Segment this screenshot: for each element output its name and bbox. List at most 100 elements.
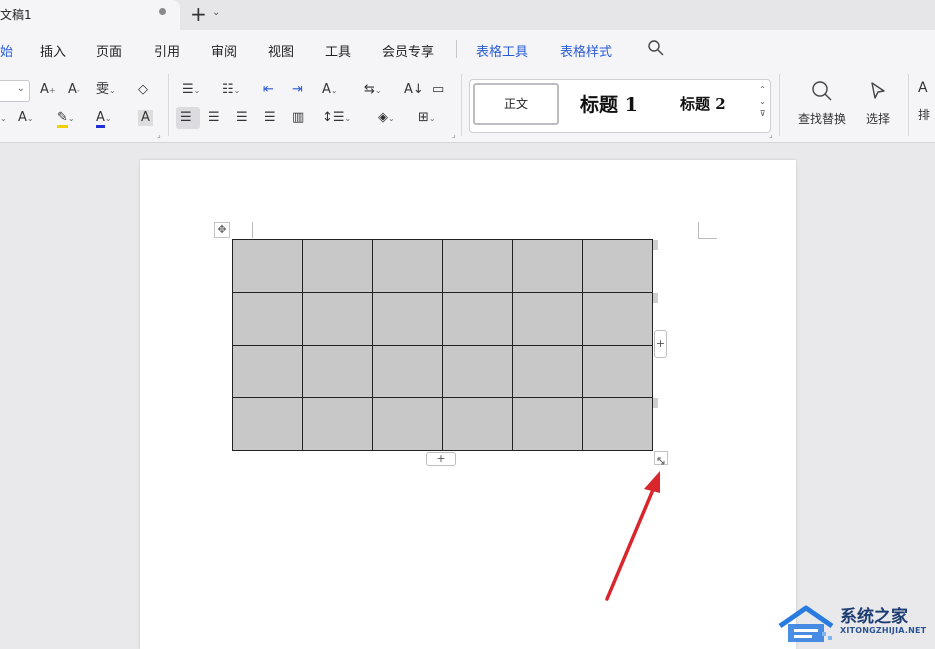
table-cell[interactable] (512, 291, 583, 346)
line-spacing-icon[interactable]: ↕☰⌄ (322, 110, 351, 127)
char-shading-icon[interactable]: A (138, 110, 153, 126)
watermark-name: 系统之家 (840, 607, 908, 627)
table-cell[interactable] (302, 344, 373, 399)
find-replace-button[interactable]: 查找替换 (792, 80, 852, 127)
document-table[interactable] (232, 239, 653, 451)
unsaved-dot-icon[interactable] (159, 8, 166, 15)
tab-review[interactable]: 审阅 (211, 41, 237, 60)
margin-corner-mark (698, 222, 717, 239)
table-cell[interactable] (582, 397, 653, 451)
table-cell[interactable] (302, 239, 373, 293)
border-icon[interactable]: ⊞⌄ (418, 110, 436, 127)
table-cell[interactable] (232, 397, 303, 451)
gallery-scroll-icon[interactable]: ⌃ ⌄ ⊽ (759, 84, 766, 120)
show-marks-icon[interactable]: ▭ (432, 82, 444, 98)
shading-icon[interactable]: ◈⌄ (378, 110, 395, 127)
table-cell[interactable] (232, 291, 303, 346)
table-row[interactable] (232, 397, 653, 451)
table-cell[interactable] (582, 344, 653, 399)
sort-button[interactable]: A 排 (918, 80, 935, 123)
search-icon[interactable] (647, 39, 665, 57)
tab-references[interactable]: 引用 (154, 41, 180, 60)
chevron-down-icon[interactable]: ⌄ (212, 7, 220, 18)
table-cell[interactable] (372, 397, 443, 451)
tab-member[interactable]: 会员专享 (382, 41, 434, 60)
decrease-font-icon[interactable]: A- (68, 82, 80, 99)
table-cell[interactable] (442, 397, 513, 451)
table-row[interactable] (232, 239, 653, 293)
watermark-logo: 系统之家 XITONGZHIJIA.NET (772, 598, 935, 649)
table-cell[interactable] (372, 291, 443, 346)
align-left-icon: ☰ (180, 110, 192, 125)
increase-indent-icon[interactable]: ⇥ (292, 82, 303, 98)
table-cell[interactable] (372, 239, 443, 293)
document-tab-title: 文稿1 (0, 8, 32, 22)
add-column-button[interactable]: + (654, 330, 667, 358)
sort-icon[interactable]: A↓ (404, 82, 424, 98)
decrease-indent-icon[interactable]: ⇤ (263, 82, 274, 98)
table-cell[interactable] (232, 344, 303, 399)
bullet-list-icon[interactable]: ☰⌄ (182, 82, 200, 99)
house-logo-icon (778, 605, 834, 642)
select-label: 选择 (865, 112, 890, 126)
table-move-handle-icon[interactable]: ✥ (214, 222, 230, 238)
style-heading-1[interactable]: 标题 1 (580, 90, 638, 117)
table-row[interactable] (232, 344, 653, 399)
align-right-icon[interactable]: ☰ (236, 110, 248, 126)
table-cell[interactable] (302, 291, 373, 346)
table-cell[interactable] (512, 397, 583, 451)
style-gallery: 正文 标题 1 标题 2 ⌃ ⌄ ⊽ (469, 79, 771, 133)
paragraph-dialog-launcher-icon[interactable]: ⌟ (452, 130, 456, 139)
menu-bar: 始 插入 页面 引用 审阅 视图 工具 会员专享 表格工具 表格样式 (0, 30, 935, 68)
table-cell[interactable] (512, 239, 583, 293)
find-replace-label: 查找替换 (797, 112, 846, 126)
new-tab-plus-icon[interactable]: + (190, 3, 207, 25)
title-bar: 文稿1 + ⌄ (0, 0, 935, 30)
font-size-select[interactable]: ⌄ (0, 80, 30, 102)
clear-format-icon[interactable]: ◇ (138, 82, 148, 98)
distribute-icon[interactable]: ▥ (292, 110, 304, 126)
ribbon-separator (168, 74, 169, 136)
tab-insert[interactable]: 插入 (40, 41, 66, 60)
chevron-down-icon[interactable]: ⌄ (0, 110, 7, 127)
align-center-icon[interactable]: ☰ (208, 110, 220, 126)
cursor-arrow-icon (871, 82, 885, 99)
table-cell[interactable] (372, 344, 443, 399)
justify-icon[interactable]: ☰ (264, 110, 276, 126)
table-cell[interactable] (582, 291, 653, 346)
table-cell[interactable] (582, 239, 653, 293)
highlight-color-icon[interactable]: ✎⌄ (57, 110, 75, 128)
tab-table-style[interactable]: 表格样式 (560, 41, 612, 60)
sort-tool-icon: A (918, 80, 928, 96)
tab-tools[interactable]: 工具 (325, 41, 351, 60)
add-row-button[interactable]: + (426, 452, 456, 466)
table-cell[interactable] (512, 344, 583, 399)
table-cell[interactable] (442, 239, 513, 293)
styles-dialog-launcher-icon[interactable]: ⌟ (769, 130, 773, 139)
style-heading-2[interactable]: 标题 2 (680, 93, 726, 114)
phonetic-guide-icon[interactable]: 雯⌄ (96, 82, 116, 99)
text-effect-icon[interactable]: A⌄ (18, 110, 34, 127)
tab-table-tools[interactable]: 表格工具 (476, 41, 528, 60)
table-row[interactable] (232, 291, 653, 346)
line-break-icon[interactable]: ⇆⌄ (364, 82, 382, 99)
table-cell[interactable] (232, 239, 303, 293)
text-direction-icon[interactable]: A⌄ (322, 82, 338, 99)
tab-page[interactable]: 页面 (96, 41, 122, 60)
table-cell[interactable] (442, 344, 513, 399)
row-marker (653, 293, 658, 303)
font-color-icon[interactable]: A⌄ (96, 110, 112, 128)
numbered-list-icon[interactable]: ☷⌄ (222, 82, 240, 99)
font-dialog-launcher-icon[interactable]: ⌟ (157, 130, 161, 139)
style-normal[interactable]: 正文 (473, 83, 559, 125)
increase-font-icon[interactable]: A+ (40, 82, 56, 99)
table-cell[interactable] (302, 397, 373, 451)
table-cell[interactable] (442, 291, 513, 346)
document-tab[interactable]: 文稿1 (0, 0, 180, 30)
row-marker (653, 398, 658, 408)
tab-view[interactable]: 视图 (268, 41, 294, 60)
tab-home[interactable]: 始 (0, 41, 13, 60)
select-button[interactable]: 选择 (860, 80, 896, 127)
table-resize-handle-icon[interactable] (654, 451, 668, 465)
chevron-down-icon: ⌄ (16, 83, 25, 94)
